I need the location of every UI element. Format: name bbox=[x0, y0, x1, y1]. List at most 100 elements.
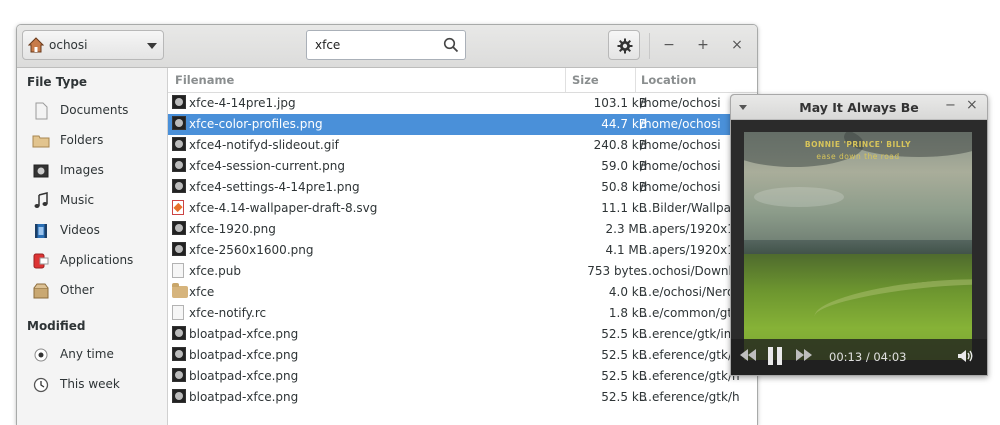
column-header-size[interactable]: Size bbox=[572, 73, 599, 87]
vector-image-glyph bbox=[172, 200, 184, 215]
player-minimize-button[interactable]: − bbox=[945, 98, 956, 113]
modified-heading: Modified bbox=[27, 319, 86, 333]
image-file-glyph bbox=[172, 221, 186, 235]
sidebar-item-documents[interactable]: Documents bbox=[17, 97, 167, 125]
applications-icon bbox=[32, 252, 50, 270]
image-file-icon bbox=[172, 242, 188, 258]
file-row[interactable]: bloatpad-xfce.png 52.5 kB …eference/gtk/h bbox=[168, 387, 757, 408]
sidebar-item-label: Images bbox=[60, 163, 104, 177]
file-search-window: ochosi − + × File Type Documents bbox=[16, 24, 758, 425]
player-close-button[interactable]: × bbox=[966, 97, 978, 113]
sidebar-item-videos[interactable]: Videos bbox=[17, 217, 167, 245]
image-file-icon bbox=[172, 95, 188, 111]
file-name: xfce-4-14pre1.jpg bbox=[189, 96, 296, 110]
sidebar-item-label: This week bbox=[60, 377, 120, 391]
column-header-row: Filename Size Location bbox=[168, 68, 757, 93]
image-file-icon bbox=[172, 368, 188, 384]
pause-icon[interactable] bbox=[768, 347, 782, 365]
file-type-heading: File Type bbox=[27, 75, 88, 89]
elapsed-time: 00:13 bbox=[829, 350, 863, 364]
gear-icon bbox=[617, 38, 633, 54]
document-icon bbox=[32, 102, 50, 120]
music-mini-player: May It Always Be − × BONNIE 'PRINCE' BIL… bbox=[730, 94, 988, 376]
column-divider[interactable] bbox=[565, 68, 566, 92]
file-row[interactable]: xfce-1920.png 2.3 MB …apers/1920x12 bbox=[168, 219, 757, 240]
image-file-glyph bbox=[172, 137, 186, 151]
file-row[interactable]: xfce 4.0 kB …e/ochosi/Nerds bbox=[168, 282, 757, 303]
file-name: xfce4-settings-4-14pre1.png bbox=[189, 180, 360, 194]
file-name: xfce-notify.rc bbox=[189, 306, 267, 320]
previous-track-icon[interactable] bbox=[739, 348, 757, 366]
file-row[interactable]: xfce4-notifyd-slideout.gif 240.8 kB/home/… bbox=[168, 135, 757, 156]
file-name: bloatpad-xfce.png bbox=[189, 327, 299, 341]
sidebar-item-label: Folders bbox=[60, 133, 104, 147]
cover-album-text: ease down the road bbox=[816, 152, 900, 161]
clock-icon bbox=[32, 376, 50, 394]
sidebar-item-label: Documents bbox=[60, 103, 129, 117]
home-icon bbox=[27, 37, 45, 56]
playback-time: 00:13 / 04:03 bbox=[829, 350, 907, 364]
sidebar-item-applications[interactable]: Applications bbox=[17, 247, 167, 275]
player-controls: 00:13 / 04:03 bbox=[731, 339, 987, 375]
filter-sidebar: File Type Documents Folders Images Music… bbox=[17, 68, 168, 425]
other-box-icon bbox=[32, 282, 50, 300]
sidebar-item-other[interactable]: Other bbox=[17, 277, 167, 305]
file-name: bloatpad-xfce.png bbox=[189, 369, 299, 383]
search-input[interactable] bbox=[315, 36, 435, 54]
sidebar-item-images[interactable]: Images bbox=[17, 157, 167, 185]
file-row[interactable]: bloatpad-xfce.png 52.5 kB …eference/gtk/h bbox=[168, 345, 757, 366]
sidebar-item-folders[interactable]: Folders bbox=[17, 127, 167, 155]
file-name: xfce-4.14-wallpaper-draft-8.svg bbox=[189, 201, 378, 215]
sidebar-item-label: Other bbox=[60, 283, 95, 297]
column-divider[interactable] bbox=[635, 68, 636, 92]
file-name: xfce bbox=[189, 285, 215, 299]
image-file-icon bbox=[172, 389, 188, 405]
header-bar: ochosi − + × bbox=[17, 25, 757, 68]
file-row[interactable]: xfce.pub 753 bytes …ochosi/Downlo bbox=[168, 261, 757, 282]
folder-icon bbox=[32, 132, 50, 150]
image-file-glyph bbox=[172, 242, 186, 256]
location-dropdown[interactable]: ochosi bbox=[22, 30, 164, 60]
column-header-location[interactable]: Location bbox=[641, 73, 696, 87]
sidebar-item-music[interactable]: Music bbox=[17, 187, 167, 215]
minimize-button[interactable]: − bbox=[659, 35, 679, 55]
time-separator: / bbox=[865, 350, 870, 364]
file-name: xfce4-session-current.png bbox=[189, 159, 345, 173]
close-button[interactable]: × bbox=[727, 35, 747, 55]
file-row[interactable]: bloatpad-xfce.png 52.5 kB …erence/gtk/ima bbox=[168, 324, 757, 345]
file-row[interactable]: xfce-color-profiles.png 44.7 kB/home/ocho… bbox=[168, 114, 757, 135]
file-name: xfce-1920.png bbox=[189, 222, 276, 236]
image-file-icon bbox=[172, 158, 188, 174]
music-note-icon bbox=[32, 192, 50, 210]
settings-button[interactable] bbox=[608, 30, 640, 60]
file-row[interactable]: xfce-4.14-wallpaper-draft-8.svg 11.1 kB …B… bbox=[168, 198, 757, 219]
file-name: bloatpad-xfce.png bbox=[189, 390, 299, 404]
search-field[interactable] bbox=[306, 30, 466, 60]
file-row[interactable]: xfce4-settings-4-14pre1.png 50.8 kB/home/… bbox=[168, 177, 757, 198]
volume-icon[interactable] bbox=[957, 349, 975, 367]
sidebar-item-label: Applications bbox=[60, 253, 134, 267]
image-file-icon bbox=[172, 221, 188, 237]
file-row[interactable]: xfce-2560x1600.png 4.1 MB …apers/1920x12 bbox=[168, 240, 757, 261]
file-size: 103.1 kB bbox=[593, 96, 647, 110]
file-row[interactable]: xfce-4-14pre1.jpg 103.1 kB/home/ochosi bbox=[168, 93, 757, 114]
sidebar-item-any-time[interactable]: Any time bbox=[17, 341, 167, 369]
column-header-filename[interactable]: Filename bbox=[175, 73, 234, 87]
image-file-icon bbox=[172, 137, 188, 153]
maximize-button[interactable]: + bbox=[693, 35, 713, 55]
location-label: ochosi bbox=[49, 38, 88, 52]
file-row[interactable]: bloatpad-xfce.png 52.5 kB …eference/gtk/h bbox=[168, 366, 757, 387]
next-track-icon[interactable] bbox=[795, 348, 813, 366]
file-row[interactable]: xfce-notify.rc 1.8 kB …e/common/gtk- bbox=[168, 303, 757, 324]
header-separator bbox=[649, 33, 650, 59]
sidebar-item-this-week[interactable]: This week bbox=[17, 371, 167, 399]
radio-selected-icon bbox=[32, 346, 50, 364]
cover-sky bbox=[744, 132, 972, 247]
file-size: 753 bytes bbox=[587, 264, 647, 278]
image-file-glyph bbox=[172, 179, 186, 193]
sidebar-item-label: Videos bbox=[60, 223, 100, 237]
results-list: Filename Size Location xfce-4-14pre1.jpg… bbox=[168, 68, 757, 425]
player-titlebar: May It Always Be − × bbox=[731, 95, 987, 120]
search-icon[interactable] bbox=[443, 37, 459, 56]
file-row[interactable]: xfce4-session-current.png 59.0 kB/home/oc… bbox=[168, 156, 757, 177]
